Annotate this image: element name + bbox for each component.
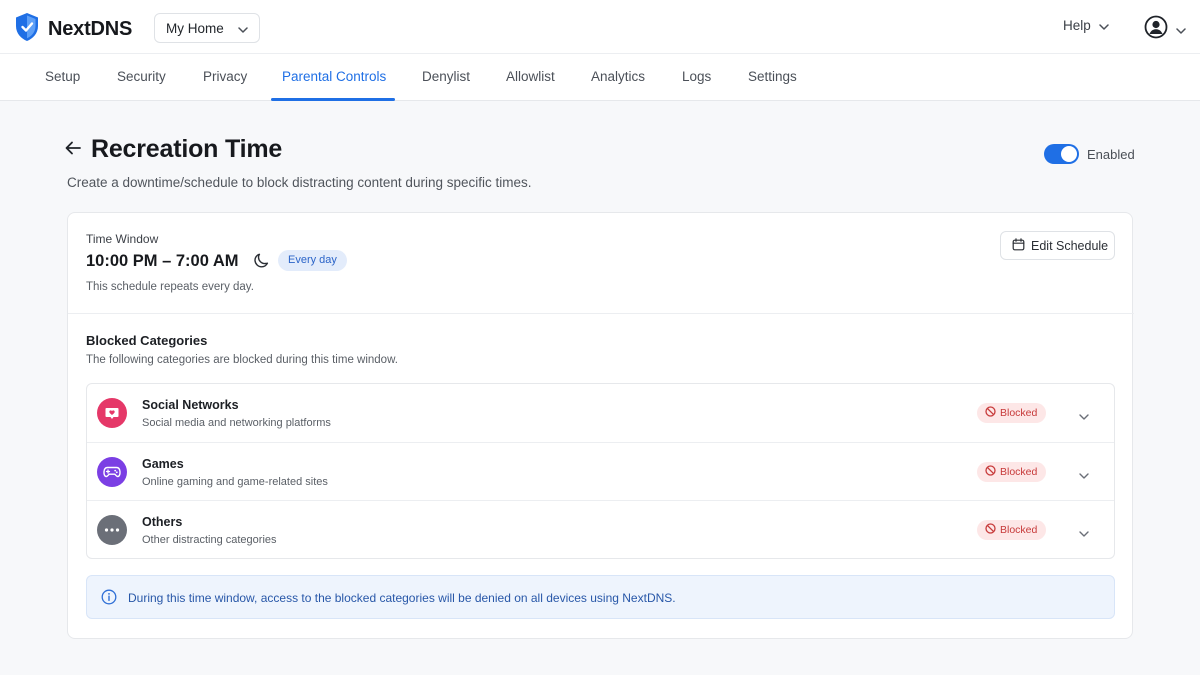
blocked-label: Blocked xyxy=(1000,407,1038,419)
category-name: Others xyxy=(142,515,183,529)
schedule-card: Time Window 10:00 PM – 7:00 AM Every day… xyxy=(67,212,1134,639)
top-bar: NextDNS My Home Help xyxy=(0,0,1200,54)
tab-analytics[interactable]: Analytics xyxy=(591,69,645,84)
user-avatar-icon xyxy=(1144,15,1168,44)
tab-settings[interactable]: Settings xyxy=(748,69,797,84)
chevron-down-icon[interactable] xyxy=(1079,466,1089,484)
brand-name: NextDNS xyxy=(48,18,133,40)
tab-logs[interactable]: Logs xyxy=(682,69,711,84)
enabled-toggle[interactable] xyxy=(1044,144,1079,164)
category-description: Other distracting categories xyxy=(142,534,277,546)
page-title: Recreation Time xyxy=(91,135,283,163)
blocked-label: Blocked xyxy=(1000,524,1038,536)
back-arrow-icon[interactable] xyxy=(64,139,82,162)
blocked-icon xyxy=(985,523,996,537)
enabled-label: Enabled xyxy=(1087,147,1135,162)
category-list: Social Networks Social media and network… xyxy=(86,383,1115,559)
chevron-down-icon xyxy=(238,21,248,36)
category-name: Games xyxy=(142,457,184,471)
tab-allowlist[interactable]: Allowlist xyxy=(506,69,555,84)
blocked-categories-title: Blocked Categories xyxy=(86,333,208,348)
profile-selector[interactable]: My Home xyxy=(154,13,260,43)
heart-chat-icon xyxy=(97,398,127,428)
info-icon xyxy=(101,589,117,610)
section-divider xyxy=(68,313,1134,314)
chevron-down-icon xyxy=(1099,18,1109,33)
blocked-icon xyxy=(985,465,996,479)
profile-name: My Home xyxy=(166,20,224,36)
tab-privacy[interactable]: Privacy xyxy=(203,69,247,84)
category-row-social-networks[interactable]: Social Networks Social media and network… xyxy=(87,384,1114,442)
moon-icon xyxy=(253,252,270,274)
account-menu[interactable] xyxy=(1144,15,1186,44)
info-text: During this time window, access to the b… xyxy=(128,591,676,605)
gamepad-icon xyxy=(97,457,127,487)
info-banner: During this time window, access to the b… xyxy=(86,575,1115,619)
time-window-note: This schedule repeats every day. xyxy=(86,281,254,293)
category-name: Social Networks xyxy=(142,398,239,412)
blocked-badge: Blocked xyxy=(977,520,1047,540)
active-tab-indicator xyxy=(271,98,395,101)
tab-setup[interactable]: Setup xyxy=(45,69,80,84)
page-subtitle: Create a downtime/schedule to block dist… xyxy=(67,175,532,190)
time-window-label: Time Window xyxy=(86,232,159,246)
blocked-icon xyxy=(985,406,996,420)
tab-parental-controls[interactable]: Parental Controls xyxy=(282,69,386,84)
blocked-categories-subtitle: The following categories are blocked dur… xyxy=(86,354,398,366)
chevron-down-icon[interactable] xyxy=(1079,524,1089,542)
toggle-knob xyxy=(1061,146,1077,162)
brand-logo[interactable]: NextDNS xyxy=(14,12,132,47)
calendar-icon xyxy=(1012,237,1025,254)
blocked-badge: Blocked xyxy=(977,403,1047,423)
tab-security[interactable]: Security xyxy=(117,69,166,84)
edit-schedule-button[interactable]: Edit Schedule xyxy=(1000,231,1115,260)
blocked-badge: Blocked xyxy=(977,462,1047,482)
more-dots-icon xyxy=(97,515,127,545)
blocked-label: Blocked xyxy=(1000,466,1038,478)
edit-schedule-label: Edit Schedule xyxy=(1031,238,1109,253)
shield-logo-icon xyxy=(14,12,40,47)
frequency-badge: Every day xyxy=(278,250,347,271)
category-row-others[interactable]: Others Other distracting categories Bloc… xyxy=(87,500,1114,558)
tab-denylist[interactable]: Denylist xyxy=(422,69,470,84)
help-menu[interactable]: Help xyxy=(1063,18,1109,33)
main-tabs: Setup Security Privacy Parental Controls… xyxy=(0,54,1200,101)
time-window-range: 10:00 PM – 7:00 AM xyxy=(86,252,239,270)
category-row-games[interactable]: Games Online gaming and game-related sit… xyxy=(87,442,1114,500)
chevron-down-icon xyxy=(1176,21,1186,39)
chevron-down-icon[interactable] xyxy=(1079,407,1089,425)
category-description: Social media and networking platforms xyxy=(142,417,331,429)
help-label: Help xyxy=(1063,18,1091,33)
category-description: Online gaming and game-related sites xyxy=(142,476,328,488)
